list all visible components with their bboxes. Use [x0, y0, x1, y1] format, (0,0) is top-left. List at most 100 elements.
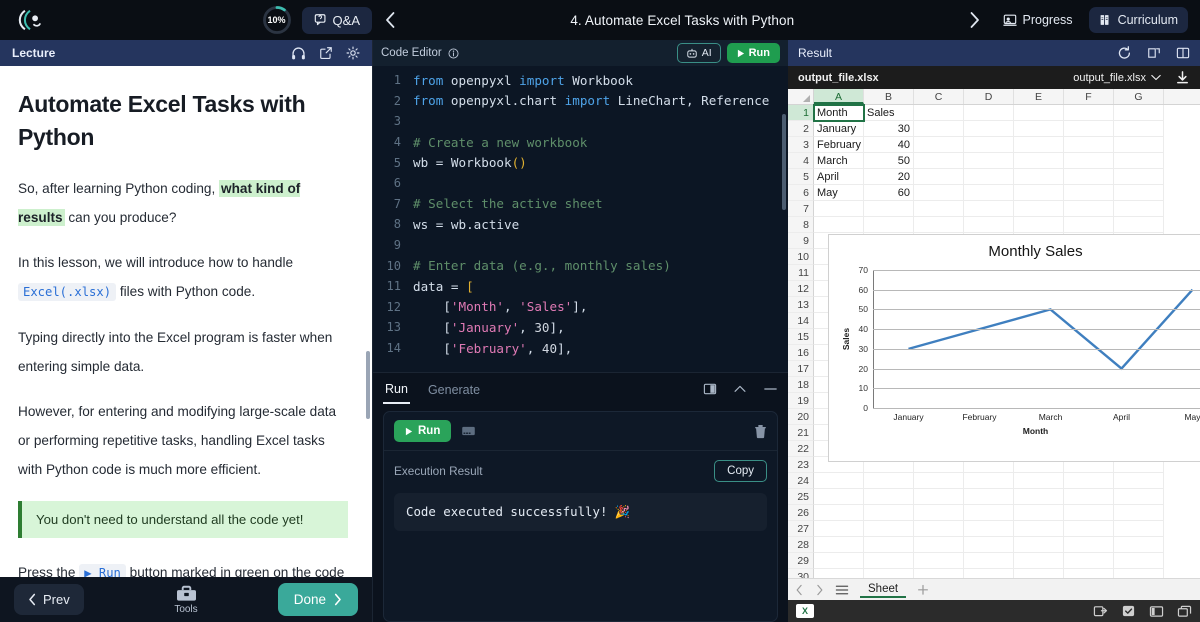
table-cell[interactable]: 20	[864, 169, 914, 185]
table-cell[interactable]	[864, 553, 914, 569]
table-cell[interactable]	[1014, 153, 1064, 169]
table-cell[interactable]: January	[814, 121, 864, 137]
row-header[interactable]: 4	[788, 153, 814, 169]
prev-lesson-button[interactable]	[372, 0, 408, 40]
terminal-icon[interactable]	[461, 425, 476, 437]
column-header[interactable]: C	[914, 89, 964, 104]
clear-output-icon[interactable]	[754, 424, 767, 439]
sheet-next-icon[interactable]	[815, 584, 824, 596]
table-cell[interactable]: 40	[864, 137, 914, 153]
table-cell[interactable]	[1064, 169, 1114, 185]
table-cell[interactable]	[1014, 569, 1064, 578]
table-cell[interactable]	[1014, 137, 1064, 153]
table-cell[interactable]: 50	[864, 153, 914, 169]
add-sheet-icon[interactable]	[917, 584, 929, 596]
table-cell[interactable]	[814, 553, 864, 569]
minimize-icon[interactable]	[763, 384, 778, 394]
table-cell[interactable]	[1064, 137, 1114, 153]
row-header[interactable]: 29	[788, 553, 814, 569]
table-cell[interactable]	[1064, 569, 1114, 578]
table-cell[interactable]: 60	[864, 185, 914, 201]
reset-icon[interactable]	[1117, 46, 1132, 60]
table-cell[interactable]	[1114, 169, 1164, 185]
table-cell[interactable]	[864, 569, 914, 578]
table-cell[interactable]	[914, 489, 964, 505]
select-all-corner[interactable]	[788, 89, 814, 104]
lecture-scrollbar[interactable]	[366, 351, 370, 419]
info-icon[interactable]	[448, 48, 459, 59]
row-header[interactable]: 23	[788, 457, 814, 473]
row-header[interactable]: 15	[788, 329, 814, 345]
table-cell[interactable]	[1014, 185, 1064, 201]
row-header[interactable]: 22	[788, 441, 814, 457]
table-cell[interactable]	[1014, 201, 1064, 217]
row-header[interactable]: 9	[788, 233, 814, 249]
qa-button[interactable]: Q&A	[301, 6, 372, 34]
table-cell[interactable]	[914, 201, 964, 217]
table-cell[interactable]	[1014, 537, 1064, 553]
row-header[interactable]: 7	[788, 201, 814, 217]
table-cell[interactable]	[1014, 489, 1064, 505]
table-cell[interactable]	[1014, 473, 1064, 489]
table-cell[interactable]	[1014, 505, 1064, 521]
row-header[interactable]: 24	[788, 473, 814, 489]
column-header[interactable]: E	[1014, 89, 1064, 104]
table-cell[interactable]	[964, 553, 1014, 569]
table-cell[interactable]	[1064, 121, 1114, 137]
table-cell[interactable]	[1064, 505, 1114, 521]
row-header[interactable]: 30	[788, 569, 814, 578]
table-cell[interactable]	[964, 537, 1014, 553]
sidebar-toggle-icon[interactable]	[1149, 605, 1164, 618]
table-cell[interactable]	[914, 553, 964, 569]
table-cell[interactable]	[864, 201, 914, 217]
sheet-tab[interactable]: Sheet	[860, 581, 907, 598]
row-header[interactable]: 11	[788, 265, 814, 281]
next-lesson-button[interactable]	[957, 0, 993, 40]
table-cell[interactable]: April	[814, 169, 864, 185]
table-cell[interactable]	[1064, 201, 1114, 217]
table-cell[interactable]	[914, 185, 964, 201]
table-cell[interactable]	[814, 201, 864, 217]
collapse-up-icon[interactable]	[733, 383, 747, 395]
table-cell[interactable]	[964, 217, 1014, 233]
table-cell[interactable]	[964, 489, 1014, 505]
table-cell[interactable]	[1014, 105, 1064, 121]
table-cell[interactable]	[914, 505, 964, 521]
row-header[interactable]: 21	[788, 425, 814, 441]
row-header[interactable]: 19	[788, 393, 814, 409]
file-selector[interactable]: output_file.xlsx	[1073, 72, 1161, 84]
table-cell[interactable]	[914, 137, 964, 153]
table-cell[interactable]	[914, 473, 964, 489]
column-header[interactable]: D	[964, 89, 1014, 104]
table-cell[interactable]	[1114, 217, 1164, 233]
table-cell[interactable]	[1114, 473, 1164, 489]
table-cell[interactable]	[914, 217, 964, 233]
headphones-icon[interactable]	[291, 46, 306, 61]
tab-run[interactable]: Run	[383, 375, 410, 404]
table-cell[interactable]	[814, 473, 864, 489]
brand-logo[interactable]	[0, 7, 60, 33]
row-header[interactable]: 16	[788, 345, 814, 361]
table-cell[interactable]	[1064, 553, 1114, 569]
table-cell[interactable]	[914, 569, 964, 578]
table-cell[interactable]	[864, 217, 914, 233]
download-icon[interactable]	[1175, 70, 1190, 85]
sheet-list-icon[interactable]	[835, 584, 849, 596]
table-cell[interactable]	[964, 121, 1014, 137]
table-cell[interactable]	[964, 185, 1014, 201]
spreadsheet[interactable]: ABCDEFG 1 Month Sales 2 January 30 3 February 40…	[788, 89, 1200, 578]
table-cell[interactable]	[1014, 521, 1064, 537]
table-cell[interactable]	[1064, 153, 1114, 169]
table-cell[interactable]	[1114, 489, 1164, 505]
table-cell[interactable]	[964, 169, 1014, 185]
table-cell[interactable]	[864, 521, 914, 537]
share-icon[interactable]	[1093, 604, 1108, 618]
row-header[interactable]: 1	[788, 105, 814, 121]
table-cell[interactable]	[1064, 521, 1114, 537]
table-cell[interactable]	[1114, 137, 1164, 153]
table-cell[interactable]	[864, 489, 914, 505]
table-cell[interactable]	[964, 153, 1014, 169]
row-header[interactable]: 8	[788, 217, 814, 233]
curriculum-button[interactable]: Curriculum	[1088, 7, 1188, 33]
column-header[interactable]: G	[1114, 89, 1164, 104]
